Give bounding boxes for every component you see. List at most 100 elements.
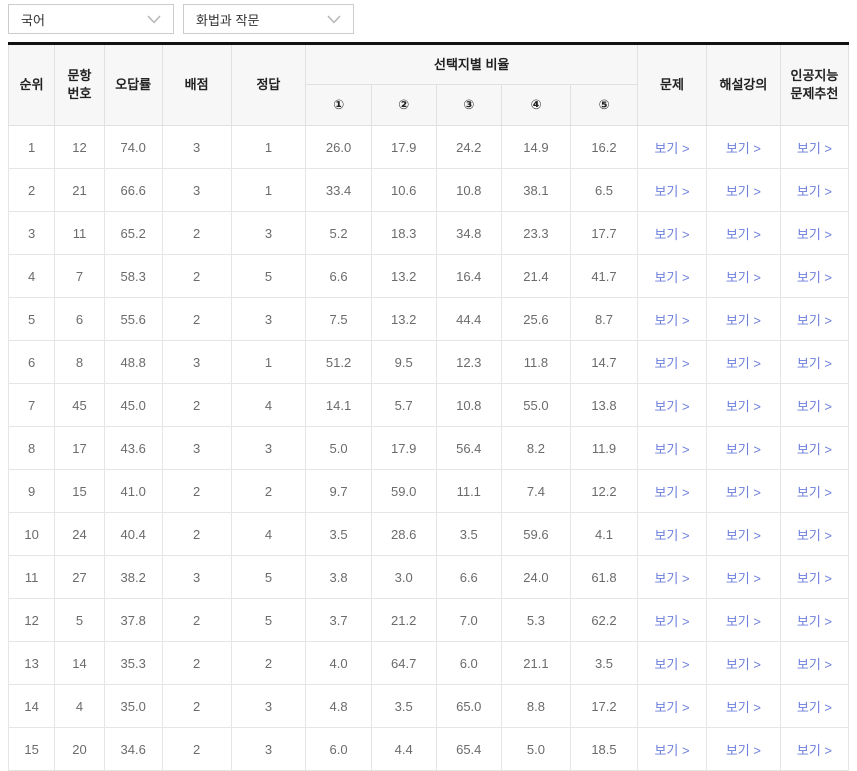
- view-ai-recommend-link[interactable]: 보기 >: [797, 442, 832, 457]
- view-ai-recommend-link[interactable]: 보기 >: [797, 614, 832, 629]
- wrong-rate-cell: 45.0: [103, 383, 163, 427]
- choice-4-rate-cell: 55.0: [501, 383, 571, 427]
- view-problem-link[interactable]: 보기 >: [654, 356, 689, 371]
- choice-3-rate-cell: 65.0: [435, 684, 503, 728]
- view-ai-recommend-link[interactable]: 보기 >: [797, 485, 832, 500]
- view-ai-recommend-link[interactable]: 보기 >: [797, 571, 832, 586]
- view-lecture-link[interactable]: 보기 >: [726, 270, 761, 285]
- choice-2-rate-cell: 3.0: [370, 555, 437, 599]
- view-lecture-link-cell: 보기 >: [705, 340, 781, 384]
- question-no-cell: 24: [54, 512, 105, 556]
- choice-3-rate-cell: 10.8: [435, 168, 503, 212]
- view-lecture-link[interactable]: 보기 >: [726, 227, 761, 242]
- view-problem-link[interactable]: 보기 >: [654, 227, 689, 242]
- view-lecture-link[interactable]: 보기 >: [726, 399, 761, 414]
- view-problem-link[interactable]: 보기 >: [654, 743, 689, 758]
- choice-1-rate-cell: 9.7: [305, 469, 372, 513]
- choice-3-rate-cell: 10.8: [435, 383, 503, 427]
- view-ai-recommend-link[interactable]: 보기 >: [797, 700, 832, 715]
- view-lecture-link[interactable]: 보기 >: [726, 743, 761, 758]
- view-ai-recommend-link[interactable]: 보기 >: [797, 227, 832, 242]
- choice-2-rate-cell: 5.7: [370, 383, 437, 427]
- answer-cell: 2: [230, 641, 307, 685]
- chevron-down-icon: [147, 15, 161, 24]
- header-rank: 순위: [7, 43, 56, 126]
- view-lecture-link-cell: 보기 >: [705, 512, 781, 556]
- view-lecture-link[interactable]: 보기 >: [726, 614, 761, 629]
- view-lecture-link[interactable]: 보기 >: [726, 184, 761, 199]
- view-problem-link[interactable]: 보기 >: [654, 442, 689, 457]
- points-cell: 2: [161, 254, 232, 298]
- filter-bar: 국어 화법과 작문: [8, 4, 849, 34]
- view-ai-recommend-link[interactable]: 보기 >: [797, 270, 832, 285]
- points-cell: 3: [161, 555, 232, 599]
- choice-1-rate-cell: 6.6: [305, 254, 372, 298]
- view-lecture-link[interactable]: 보기 >: [726, 356, 761, 371]
- view-problem-link-cell: 보기 >: [637, 641, 707, 685]
- view-problem-link[interactable]: 보기 >: [654, 571, 689, 586]
- view-ai-recommend-link[interactable]: 보기 >: [797, 528, 832, 543]
- table-row: 14 4 35.0 2 3 4.8 3.5 65.0 8.8 17.2 보기 > 보기 > 보기 >: [7, 684, 850, 728]
- view-ai-recommend-link-cell: 보기 >: [779, 641, 850, 685]
- view-lecture-link-cell: 보기 >: [705, 727, 781, 771]
- view-ai-recommend-link[interactable]: 보기 >: [797, 313, 832, 328]
- view-lecture-link[interactable]: 보기 >: [726, 528, 761, 543]
- view-ai-recommend-link-cell: 보기 >: [779, 168, 850, 212]
- view-ai-recommend-link[interactable]: 보기 >: [797, 141, 832, 156]
- table-row: 12 5 37.8 2 5 3.7 21.2 7.0 5.3 62.2 보기 > 보기 > 보기 >: [7, 598, 850, 642]
- view-problem-link[interactable]: 보기 >: [654, 184, 689, 199]
- view-problem-link[interactable]: 보기 >: [654, 270, 689, 285]
- view-lecture-link[interactable]: 보기 >: [726, 485, 761, 500]
- view-problem-link[interactable]: 보기 >: [654, 657, 689, 672]
- subject-dropdown[interactable]: 국어: [8, 4, 174, 34]
- view-ai-recommend-link-cell: 보기 >: [779, 340, 850, 384]
- view-ai-recommend-link[interactable]: 보기 >: [797, 399, 832, 414]
- view-lecture-link[interactable]: 보기 >: [726, 141, 761, 156]
- view-lecture-link[interactable]: 보기 >: [726, 571, 761, 586]
- section-dropdown[interactable]: 화법과 작문: [183, 4, 354, 34]
- rank-cell: 12: [7, 598, 56, 642]
- choice-3-rate-cell: 65.4: [435, 727, 503, 771]
- view-lecture-link[interactable]: 보기 >: [726, 657, 761, 672]
- view-problem-link[interactable]: 보기 >: [654, 141, 689, 156]
- rank-cell: 11: [7, 555, 56, 599]
- view-ai-recommend-link[interactable]: 보기 >: [797, 356, 832, 371]
- view-problem-link[interactable]: 보기 >: [654, 313, 689, 328]
- choice-4-rate-cell: 11.8: [501, 340, 571, 384]
- view-lecture-link-cell: 보기 >: [705, 426, 781, 470]
- points-cell: 2: [161, 211, 232, 255]
- view-problem-link[interactable]: 보기 >: [654, 528, 689, 543]
- header-choice-4: ④: [501, 84, 571, 126]
- view-problem-link-cell: 보기 >: [637, 125, 707, 169]
- view-lecture-link-cell: 보기 >: [705, 168, 781, 212]
- view-problem-link[interactable]: 보기 >: [654, 700, 689, 715]
- choice-2-rate-cell: 13.2: [370, 297, 437, 341]
- points-cell: 2: [161, 684, 232, 728]
- choice-1-rate-cell: 7.5: [305, 297, 372, 341]
- view-ai-recommend-link[interactable]: 보기 >: [797, 743, 832, 758]
- question-no-cell: 4: [54, 684, 105, 728]
- choice-2-rate-cell: 17.9: [370, 426, 437, 470]
- view-lecture-link[interactable]: 보기 >: [726, 442, 761, 457]
- view-lecture-link-cell: 보기 >: [705, 469, 781, 513]
- choice-2-rate-cell: 21.2: [370, 598, 437, 642]
- answer-cell: 1: [230, 168, 307, 212]
- view-ai-recommend-link[interactable]: 보기 >: [797, 184, 832, 199]
- view-lecture-link-cell: 보기 >: [705, 598, 781, 642]
- choice-5-rate-cell: 17.7: [569, 211, 639, 255]
- view-problem-link[interactable]: 보기 >: [654, 614, 689, 629]
- view-ai-recommend-link[interactable]: 보기 >: [797, 657, 832, 672]
- view-lecture-link[interactable]: 보기 >: [726, 700, 761, 715]
- rank-cell: 7: [7, 383, 56, 427]
- view-lecture-link[interactable]: 보기 >: [726, 313, 761, 328]
- choice-4-rate-cell: 24.0: [501, 555, 571, 599]
- answer-cell: 1: [230, 340, 307, 384]
- question-no-cell: 5: [54, 598, 105, 642]
- wrong-rate-cell: 48.8: [103, 340, 163, 384]
- view-problem-link[interactable]: 보기 >: [654, 485, 689, 500]
- answer-cell: 4: [230, 383, 307, 427]
- answer-cell: 5: [230, 555, 307, 599]
- view-ai-recommend-link-cell: 보기 >: [779, 684, 850, 728]
- view-problem-link[interactable]: 보기 >: [654, 399, 689, 414]
- choice-2-rate-cell: 4.4: [370, 727, 437, 771]
